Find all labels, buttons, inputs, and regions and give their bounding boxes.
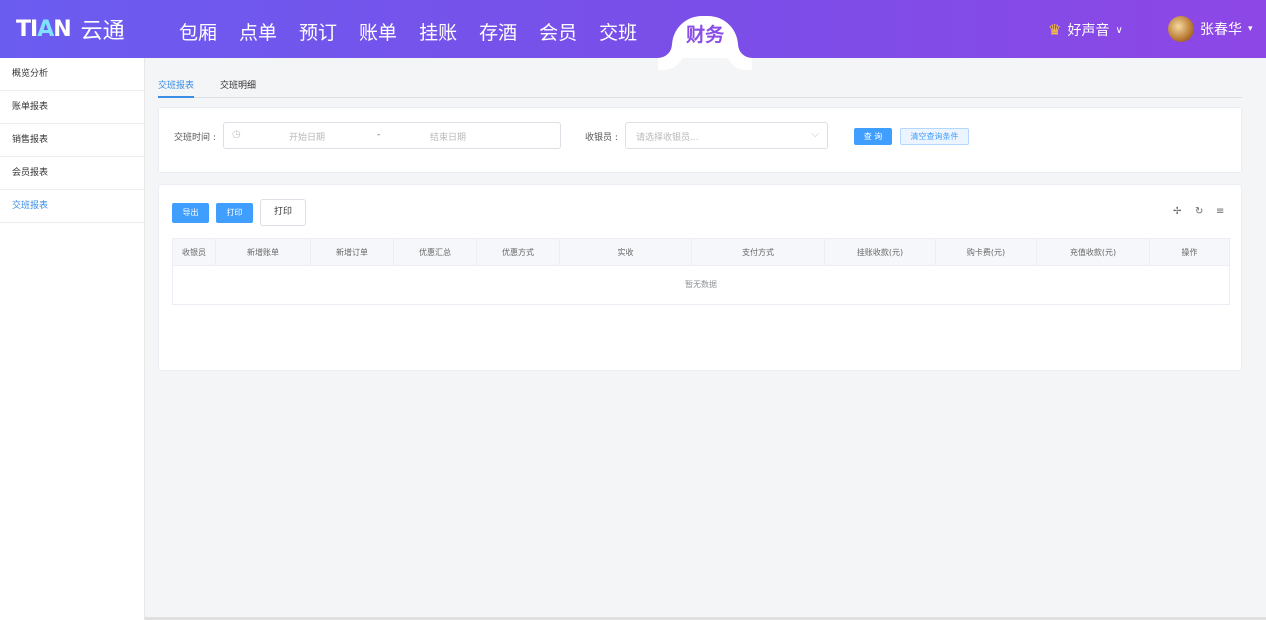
settings-sliders-icon[interactable]: ≡ (1216, 206, 1224, 217)
avatar (1168, 16, 1194, 42)
store-switcher[interactable]: ♛ 好声音 ∨ (1048, 20, 1123, 40)
tab-shift-report[interactable]: 交班报表 (158, 70, 195, 98)
sidebar: 概览分析 账单报表 销售报表 会员报表 交班报表 (0, 58, 145, 620)
logo-text: 云通 (80, 19, 125, 44)
cashier-label: 收银员 : (585, 133, 618, 143)
sidebar-item-sales-report[interactable]: 销售报表 (0, 124, 144, 157)
range-separator: - (377, 130, 381, 140)
end-date-input[interactable]: 结束日期 (430, 130, 466, 143)
move-icon[interactable]: ✢ (1173, 206, 1181, 217)
column-header: 实收 (560, 239, 692, 265)
print-plain-button[interactable]: 打印 (260, 199, 306, 226)
column-header: 优惠方式 (477, 239, 560, 265)
cashier-select[interactable]: 请选择收银员... ⌵ (625, 122, 828, 149)
sidebar-item-member-report[interactable]: 会员报表 (0, 157, 144, 190)
user-name: 张春华 (1200, 22, 1242, 38)
chevron-down-icon: ∨ (1115, 24, 1123, 36)
empty-state: 暂无数据 (685, 280, 717, 289)
shift-time-label: 交班时间 : (174, 133, 216, 143)
nav-item-credit[interactable]: 挂账 (408, 0, 468, 58)
nav-item-rooms[interactable]: 包厢 (168, 0, 228, 58)
logo-mark: TIAN (16, 16, 72, 42)
sidebar-item-shift-report[interactable]: 交班报表 (0, 190, 144, 223)
column-header: 新增账单 (216, 239, 311, 265)
caret-down-icon: ▾ (1248, 24, 1253, 34)
nav-item-finance[interactable]: 财务 (672, 16, 739, 58)
store-name: 好声音 (1067, 23, 1110, 39)
nav-item-wine-storage[interactable]: 存酒 (468, 0, 528, 58)
shift-report-table: 收银员 新增账单 新增订单 优惠汇总 优惠方式 实收 支付方式 挂账收款(元) … (172, 238, 1230, 305)
app-logo[interactable]: TIAN 云通 (16, 14, 125, 45)
chevron-down-icon: ⌵ (811, 129, 819, 140)
sidebar-item-bill-report[interactable]: 账单报表 (0, 91, 144, 124)
nav-item-order[interactable]: 点单 (228, 0, 288, 58)
sidebar-item-overview[interactable]: 概览分析 (0, 58, 144, 91)
table-header: 收银员 新增账单 新增订单 优惠汇总 优惠方式 实收 支付方式 挂账收款(元) … (173, 239, 1229, 266)
export-button[interactable]: 导出 (172, 203, 209, 223)
user-menu[interactable]: 张春华 ▾ (1168, 16, 1253, 42)
nav-item-shift[interactable]: 交班 (588, 0, 648, 58)
column-header: 优惠汇总 (394, 239, 477, 265)
column-header: 挂账收款(元) (825, 239, 936, 265)
clear-filters-button[interactable]: 清空查询条件 (900, 128, 969, 145)
start-date-input[interactable]: 开始日期 (289, 130, 325, 143)
column-header: 购卡费(元) (936, 239, 1037, 265)
refresh-icon[interactable]: ↻ (1195, 206, 1203, 217)
filter-panel: 交班时间 : ◷ 开始日期 - 结束日期 收银员 : 请选择收银员... ⌵ 查… (158, 107, 1242, 173)
top-header: TIAN 云通 包厢 点单 预订 账单 挂账 存酒 会员 交班 财务 ♛ 好声音… (0, 0, 1266, 58)
print-button[interactable]: 打印 (216, 203, 253, 223)
report-panel: 导出 打印 打印 ✢ ↻ ≡ 收银员 新增账单 新增订单 优惠汇总 优惠方式 实… (158, 184, 1242, 371)
nav-item-bills[interactable]: 账单 (348, 0, 408, 58)
nav-item-members[interactable]: 会员 (528, 0, 588, 58)
column-header: 收银员 (173, 239, 216, 265)
query-button[interactable]: 查 询 (854, 128, 892, 145)
column-header: 支付方式 (692, 239, 825, 265)
report-tabs: 交班报表 交班明细 (158, 70, 1242, 98)
nav-item-booking[interactable]: 预订 (288, 0, 348, 58)
date-range-picker[interactable]: ◷ 开始日期 - 结束日期 (223, 122, 561, 149)
cashier-placeholder: 请选择收银员... (636, 133, 699, 143)
crown-icon: ♛ (1048, 21, 1062, 39)
tab-shift-detail[interactable]: 交班明细 (220, 70, 256, 98)
clock-icon: ◷ (232, 129, 241, 140)
main-nav: 包厢 点单 预订 账单 挂账 存酒 会员 交班 财务 (168, 0, 739, 58)
column-header: 操作 (1181, 248, 1198, 257)
column-header: 新增订单 (311, 239, 394, 265)
column-header: 充值收款(元) (1037, 239, 1150, 265)
